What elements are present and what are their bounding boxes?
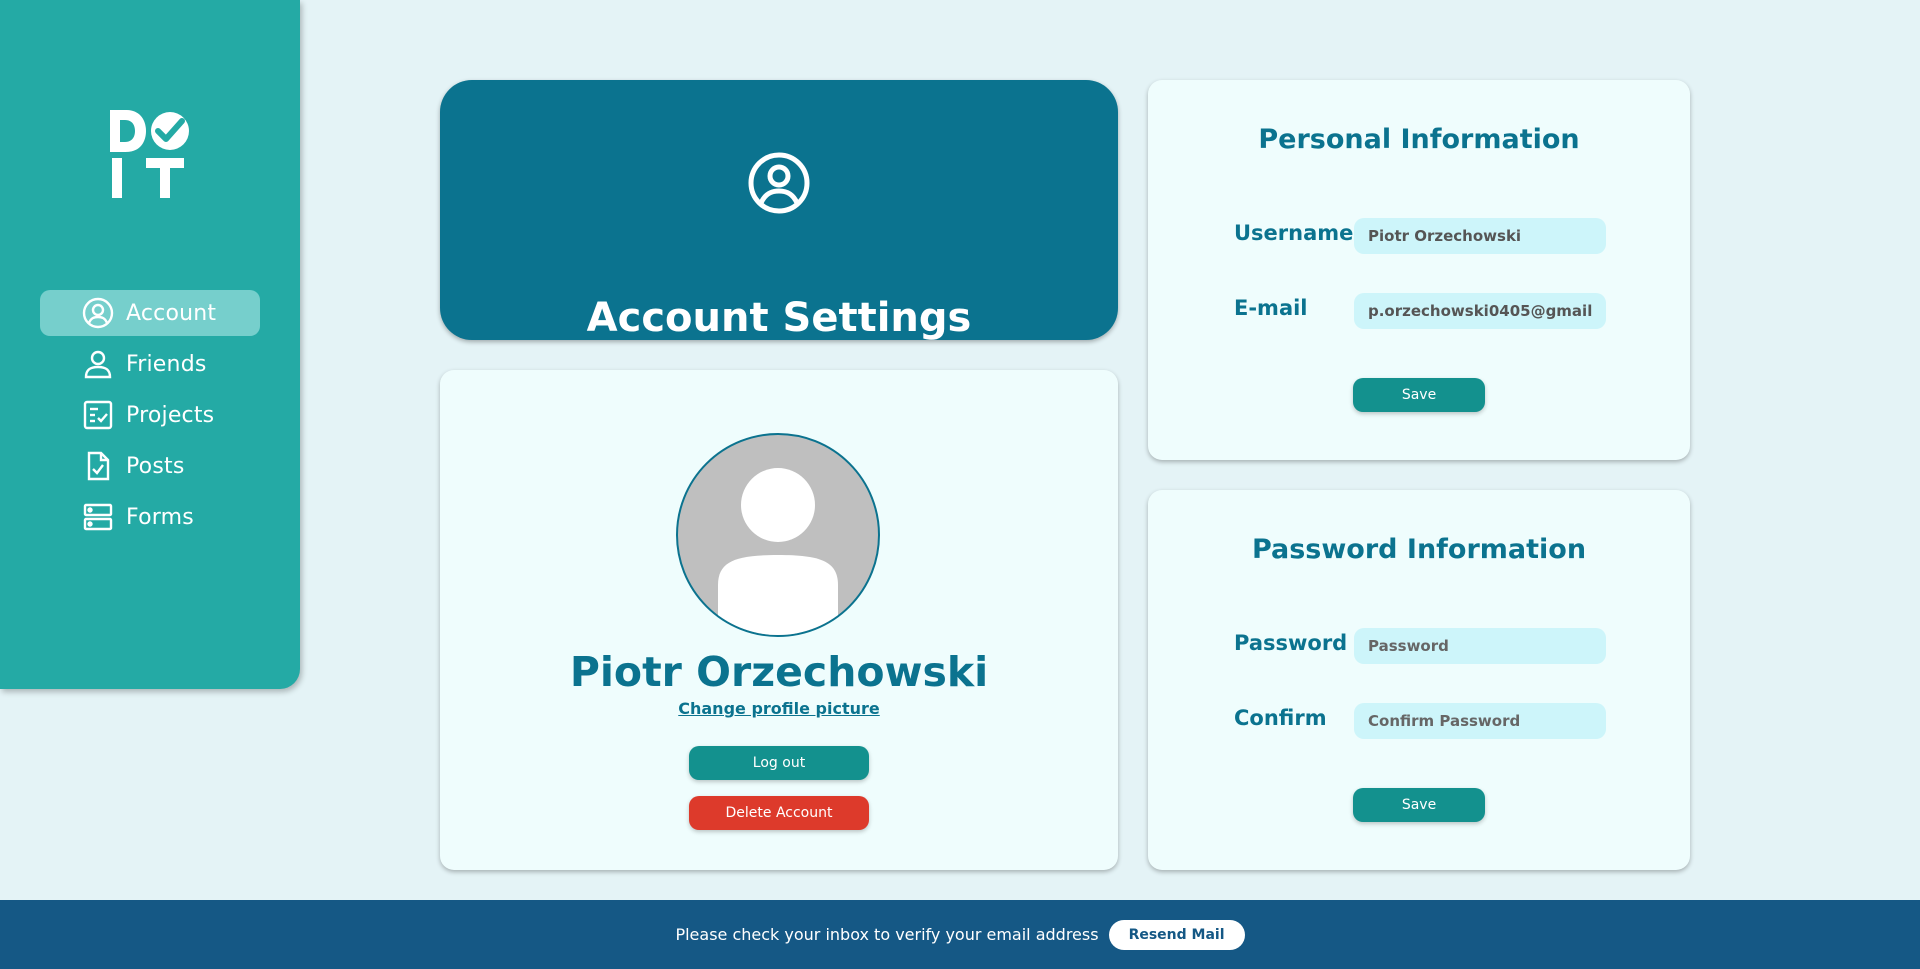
card-title: Password Information bbox=[1251, 534, 1587, 565]
sidebar-item-label: Forms bbox=[126, 504, 194, 530]
change-profile-picture-link[interactable]: Change profile picture bbox=[440, 699, 1118, 718]
sidebar-item-projects[interactable]: Projects bbox=[40, 392, 260, 438]
sidebar-item-friends[interactable]: Friends bbox=[40, 341, 260, 387]
password-field[interactable] bbox=[1354, 628, 1606, 664]
confirm-password-field[interactable] bbox=[1354, 703, 1606, 739]
logout-button[interactable]: Log out bbox=[689, 746, 869, 780]
sidebar-item-label: Projects bbox=[126, 402, 215, 428]
checklist-icon bbox=[82, 399, 114, 431]
document-check-icon bbox=[82, 450, 114, 482]
profile-card: Piotr Orzechowski Change profile picture… bbox=[440, 370, 1118, 870]
user-circle-icon bbox=[82, 297, 114, 329]
account-settings-header: Account Settings bbox=[440, 80, 1118, 340]
sidebar-item-posts[interactable]: Posts bbox=[40, 443, 260, 489]
email-label: E-mail bbox=[1234, 296, 1308, 320]
server-icon bbox=[82, 501, 114, 533]
user-icon bbox=[82, 348, 114, 380]
sidebar-item-label: Posts bbox=[126, 453, 185, 479]
doit-logo[interactable] bbox=[106, 106, 192, 200]
resend-mail-button[interactable]: Resend Mail bbox=[1108, 919, 1245, 950]
email-field[interactable] bbox=[1354, 293, 1606, 329]
sidebar-nav: Account Friends Projects Posts Forms bbox=[40, 290, 260, 545]
verify-email-message: Please check your inbox to verify your e… bbox=[675, 925, 1099, 944]
page-title: Account Settings bbox=[586, 295, 972, 341]
user-circle-icon bbox=[748, 152, 810, 214]
sidebar-item-label: Account bbox=[126, 300, 217, 326]
avatar[interactable] bbox=[676, 433, 880, 637]
card-title: Personal Information bbox=[1258, 124, 1580, 155]
verify-email-banner: Please check your inbox to verify your e… bbox=[0, 900, 1920, 969]
personal-information-card: Personal Information Username E-mail Sav… bbox=[1148, 80, 1690, 460]
profile-name: Piotr Orzechowski bbox=[569, 648, 989, 696]
username-label: Username bbox=[1234, 221, 1354, 245]
sidebar-item-account[interactable]: Account bbox=[40, 290, 260, 336]
sidebar-item-forms[interactable]: Forms bbox=[40, 494, 260, 540]
delete-account-button[interactable]: Delete Account bbox=[689, 796, 869, 830]
save-password-button[interactable]: Save bbox=[1353, 788, 1485, 822]
sidebar: Account Friends Projects Posts Forms bbox=[0, 0, 300, 689]
sidebar-item-label: Friends bbox=[126, 351, 207, 377]
confirm-label: Confirm bbox=[1234, 706, 1327, 730]
username-field[interactable] bbox=[1354, 218, 1606, 254]
password-information-card: Password Information Password Confirm Sa… bbox=[1148, 490, 1690, 870]
password-label: Password bbox=[1234, 631, 1348, 655]
save-personal-button[interactable]: Save bbox=[1353, 378, 1485, 412]
